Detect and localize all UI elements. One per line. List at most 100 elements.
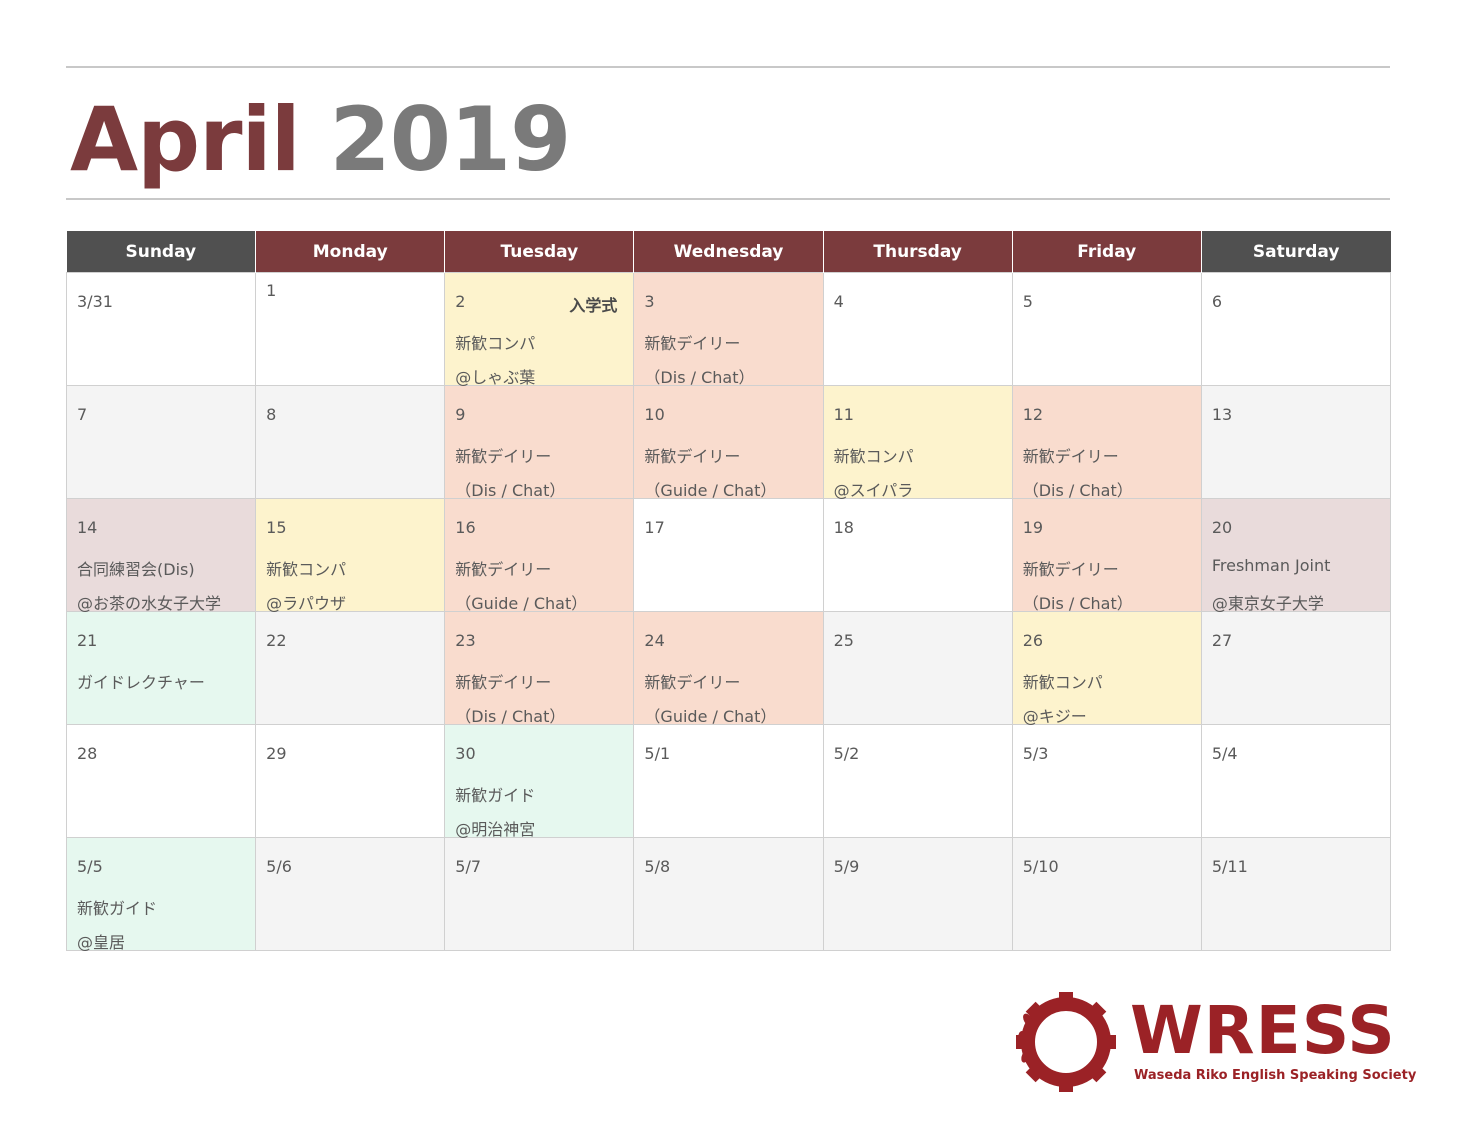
- top-rule: [66, 66, 1390, 68]
- weekday-friday: Friday: [1012, 231, 1202, 273]
- event-detail: @東京女子大学: [1211, 594, 1324, 613]
- week-row: 5/5 新歓ガイド @皇居 5/6 5/7 5/8 5/9 5/10 5/11: [65, 837, 1392, 952]
- day-date: 29: [266, 744, 287, 763]
- event-title: 新歓デイリー: [455, 673, 552, 692]
- day-date: 26: [1022, 631, 1044, 650]
- bottom-rule: [66, 198, 1390, 200]
- day-cell[interactable]: 4: [822, 272, 1013, 386]
- day-cell[interactable]: 23 新歓デイリー （Dis / Chat）: [444, 611, 635, 726]
- weekday-sunday: Sunday: [66, 231, 257, 273]
- day-cell[interactable]: 1: [255, 272, 446, 386]
- day-cell[interactable]: 12 新歓デイリー （Dis / Chat）: [1011, 385, 1202, 500]
- day-date: 12: [1022, 405, 1044, 424]
- calendar-grid: Sunday Monday Tuesday Wednesday Thursday…: [65, 231, 1392, 952]
- day-date: 5/4: [1211, 744, 1238, 763]
- event-detail: （Dis / Chat）: [1022, 594, 1133, 613]
- day-cell[interactable]: 29: [255, 724, 446, 838]
- day-date: 5/5: [77, 857, 103, 876]
- week-row: 7 8 9 新歓デイリー （Dis / Chat） 10 新歓デイリー （Gui…: [65, 385, 1392, 500]
- day-cell[interactable]: 2 入学式 新歓コンパ @しゃぶ葉: [444, 272, 635, 387]
- day-date: 5/10: [1022, 857, 1059, 876]
- event-detail: @ラパウザ: [266, 594, 346, 613]
- day-date: 10: [644, 405, 665, 424]
- day-cell[interactable]: 14 合同練習会(Dis) @お茶の水女子大学: [65, 498, 257, 613]
- day-cell[interactable]: 5/10: [1011, 837, 1202, 951]
- event-detail: （Guide / Chat）: [644, 481, 777, 500]
- day-date: 20: [1211, 518, 1233, 537]
- day-cell[interactable]: 21 ガイドレクチャー: [65, 611, 257, 725]
- day-date: 3: [644, 292, 655, 311]
- day-date: 16: [455, 518, 476, 537]
- event-title: 新歓コンパ: [833, 447, 914, 466]
- event-title: ガイドレクチャー: [77, 673, 205, 692]
- day-cell[interactable]: 28: [65, 724, 257, 838]
- day-date: 19: [1022, 518, 1044, 537]
- day-cell[interactable]: 13: [1200, 385, 1392, 499]
- logo-subtitle: Waseda Riko English Speaking Society: [1134, 1068, 1417, 1083]
- day-cell[interactable]: 5/8: [633, 837, 824, 951]
- day-cell[interactable]: 8: [255, 385, 446, 499]
- day-cell[interactable]: 3/31: [65, 272, 257, 386]
- event-title: 新歓デイリー: [455, 560, 552, 579]
- day-date: 5/3: [1022, 744, 1049, 763]
- day-date: 22: [266, 631, 287, 650]
- weekday-header-row: Sunday Monday Tuesday Wednesday Thursday…: [66, 231, 1391, 273]
- day-cell[interactable]: 5/1: [633, 724, 824, 838]
- day-cell[interactable]: 10 新歓デイリー （Guide / Chat）: [633, 385, 824, 500]
- weekday-saturday: Saturday: [1201, 231, 1391, 273]
- day-date: 28: [77, 744, 98, 763]
- day-cell[interactable]: 15 新歓コンパ @ラパウザ: [255, 498, 446, 613]
- event-title: 新歓デイリー: [644, 447, 741, 466]
- day-cell[interactable]: 27: [1200, 611, 1392, 725]
- event-title: Freshman Joint: [1211, 556, 1331, 575]
- day-cell[interactable]: 5/3: [1011, 724, 1202, 838]
- day-cell[interactable]: 9 新歓デイリー （Dis / Chat）: [444, 385, 635, 500]
- day-cell[interactable]: 3 新歓デイリー （Dis / Chat）: [633, 272, 824, 387]
- day-cell[interactable]: 16 新歓デイリー （Guide / Chat）: [444, 498, 635, 613]
- event-detail: @明治神宮: [455, 820, 536, 839]
- weekday-tuesday: Tuesday: [444, 231, 635, 273]
- day-cell[interactable]: 19 新歓デイリー （Dis / Chat）: [1011, 498, 1202, 613]
- title-month: April: [70, 88, 301, 191]
- day-cell[interactable]: 18: [822, 498, 1013, 612]
- event-title: 新歓デイリー: [455, 447, 552, 466]
- day-cell[interactable]: 5: [1011, 272, 1202, 386]
- day-cell[interactable]: 11 新歓コンパ @スイパラ: [822, 385, 1013, 500]
- event-detail: （Dis / Chat）: [455, 707, 566, 726]
- day-cell[interactable]: 5/11: [1200, 837, 1392, 951]
- day-cell[interactable]: 6: [1200, 272, 1392, 386]
- day-cell[interactable]: 5/5 新歓ガイド @皇居: [65, 837, 257, 952]
- day-cell[interactable]: 24 新歓デイリー （Guide / Chat）: [633, 611, 824, 726]
- day-cell[interactable]: 7: [65, 385, 257, 499]
- day-date: 8: [266, 405, 277, 424]
- weekday-wednesday: Wednesday: [633, 231, 824, 273]
- event-title: 新歓デイリー: [1022, 560, 1119, 579]
- event-title: 新歓デイリー: [644, 673, 741, 692]
- event-detail: （Guide / Chat）: [644, 707, 777, 726]
- event-detail: （Dis / Chat）: [644, 368, 755, 387]
- day-cell[interactable]: 5/6: [255, 837, 446, 951]
- event-detail: @皇居: [77, 933, 126, 952]
- day-date: 5/9: [833, 857, 860, 876]
- day-cell[interactable]: 5/2: [822, 724, 1013, 838]
- day-date: 23: [455, 631, 476, 650]
- day-cell[interactable]: 5/7: [444, 837, 635, 951]
- day-date: 5: [1022, 292, 1033, 311]
- day-cell[interactable]: 22: [255, 611, 446, 725]
- day-date: 5/6: [266, 857, 292, 876]
- day-date: 9: [455, 405, 466, 424]
- day-cell[interactable]: 25: [822, 611, 1013, 725]
- day-cell[interactable]: 20 Freshman Joint @東京女子大学: [1200, 498, 1392, 613]
- day-date: 5/7: [455, 857, 482, 876]
- event-title: 新歓デイリー: [1022, 447, 1119, 466]
- event-detail: （Dis / Chat）: [455, 481, 566, 500]
- day-cell[interactable]: 30 新歓ガイド @明治神宮: [444, 724, 635, 839]
- day-date: 14: [77, 518, 98, 537]
- day-cell[interactable]: 5/4: [1200, 724, 1392, 838]
- weekday-thursday: Thursday: [823, 231, 1013, 273]
- day-cell[interactable]: 26 新歓コンパ @キジー: [1011, 611, 1202, 726]
- event-title: 新歓コンパ: [455, 334, 536, 353]
- day-cell[interactable]: 5/9: [822, 837, 1013, 951]
- day-cell[interactable]: 17: [633, 498, 824, 612]
- day-date: 24: [644, 631, 665, 650]
